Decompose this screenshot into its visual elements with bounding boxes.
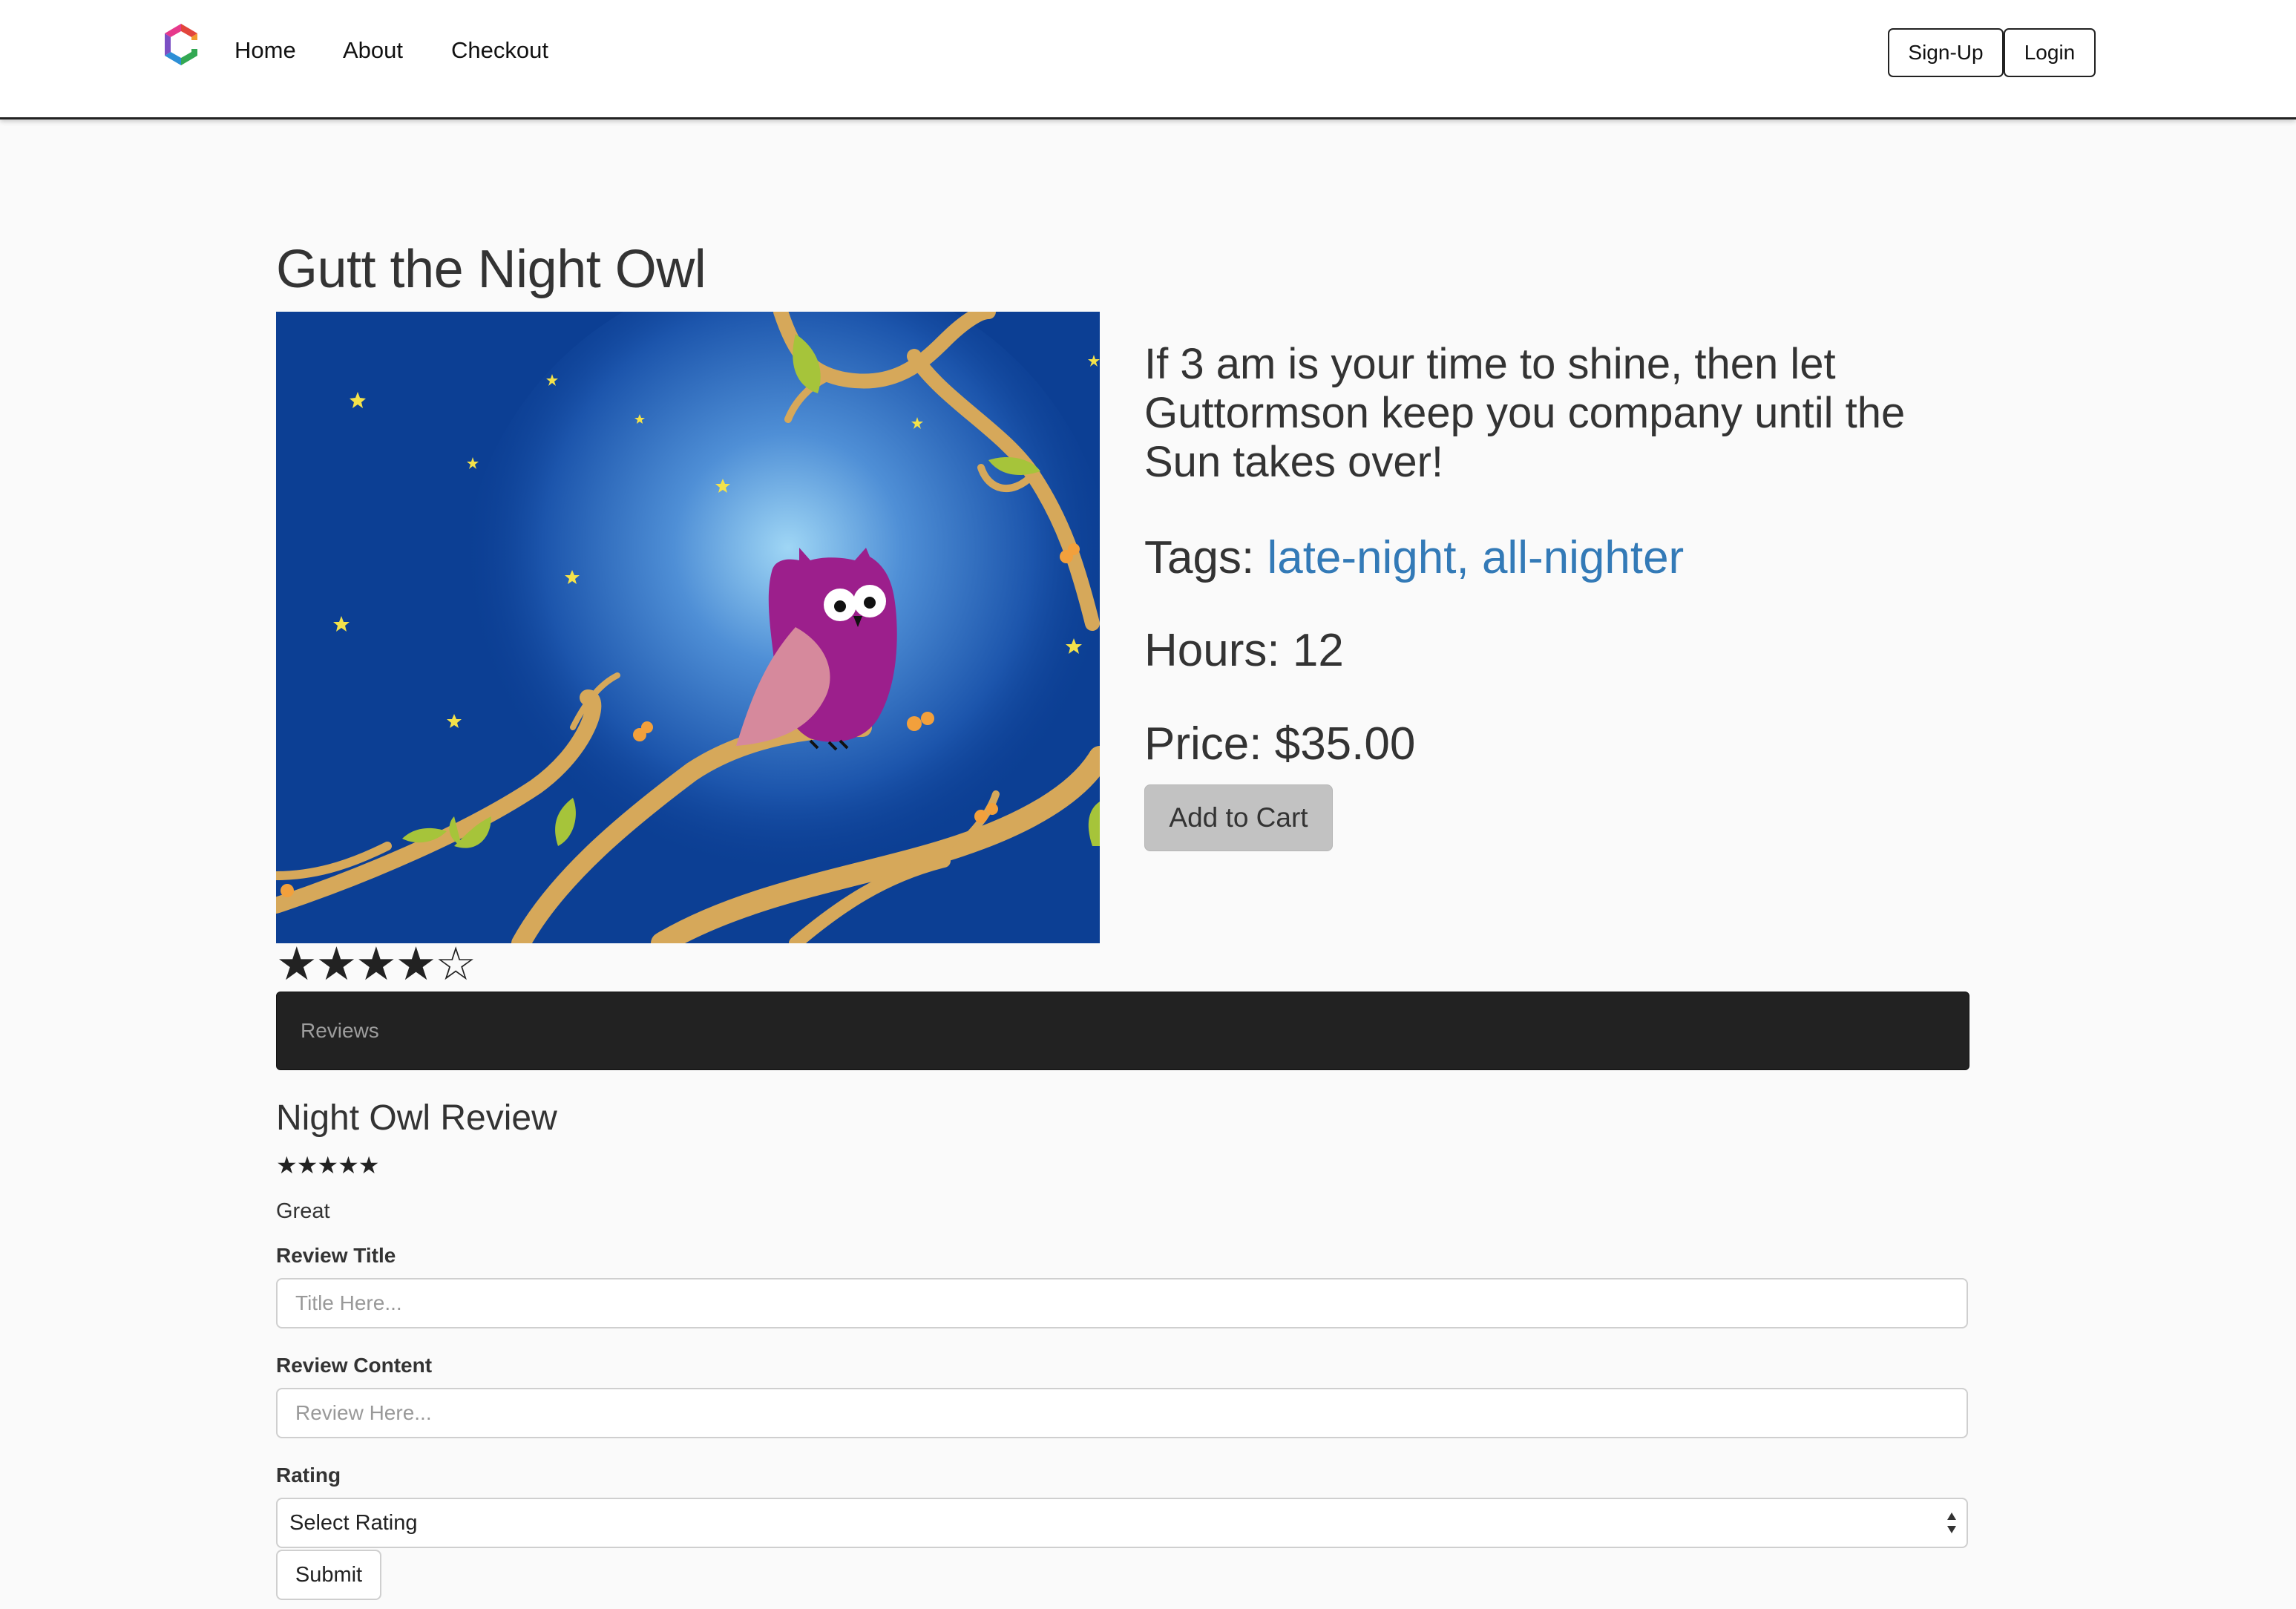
nav-home-link[interactable]: Home [234, 34, 296, 67]
submit-review-button[interactable]: Submit [276, 1550, 381, 1600]
rating-select-value: Select Rating [289, 1511, 418, 1535]
navbar: Home About Checkout Sign-Up Login [0, 0, 2296, 119]
review-body: Great [276, 1199, 330, 1223]
price-value: $35.00 [1274, 718, 1416, 770]
signup-button[interactable]: Sign-Up [1888, 28, 2004, 77]
product-rating-stars: ★★★★☆ [276, 939, 476, 990]
product-tags: Tags: late-night, all-nighter [1144, 531, 1684, 586]
product-hours: Hours: 12 [1144, 623, 1344, 678]
review-rating-stars: ★★★★★ [276, 1152, 379, 1179]
review-title-label: Review Title [276, 1244, 396, 1267]
product-title: Gutt the Night Owl [276, 240, 706, 299]
reviews-navbar: Reviews [276, 992, 1969, 1070]
nav-about-link[interactable]: About [343, 34, 403, 67]
review-title-input[interactable] [276, 1278, 1968, 1328]
hours-value: 12 [1292, 625, 1344, 676]
product-price: Price: $35.00 [1144, 717, 1415, 772]
tags-link[interactable]: late-night, all-nighter [1267, 532, 1684, 583]
select-arrows-icon [1947, 1513, 1956, 1533]
login-button[interactable]: Login [2004, 28, 2096, 77]
review-content-label: Review Content [276, 1354, 433, 1377]
rating-label: Rating [276, 1464, 341, 1487]
tags-label: Tags: [1144, 532, 1255, 583]
hexagon-logo-icon[interactable] [159, 21, 203, 68]
review-content-input[interactable] [276, 1388, 1968, 1438]
hours-label: Hours: [1144, 625, 1280, 676]
review-title: Night Owl Review [276, 1098, 557, 1138]
product-description: If 3 am is your time to shine, then let … [1144, 340, 1906, 486]
add-to-cart-button[interactable]: Add to Cart [1144, 784, 1333, 851]
reviews-tab[interactable]: Reviews [301, 992, 379, 1069]
rating-select[interactable]: Select Rating [276, 1498, 1968, 1548]
night-owl-product-image [276, 312, 1100, 943]
nav-checkout-link[interactable]: Checkout [451, 34, 548, 67]
price-label: Price: [1144, 718, 1262, 770]
